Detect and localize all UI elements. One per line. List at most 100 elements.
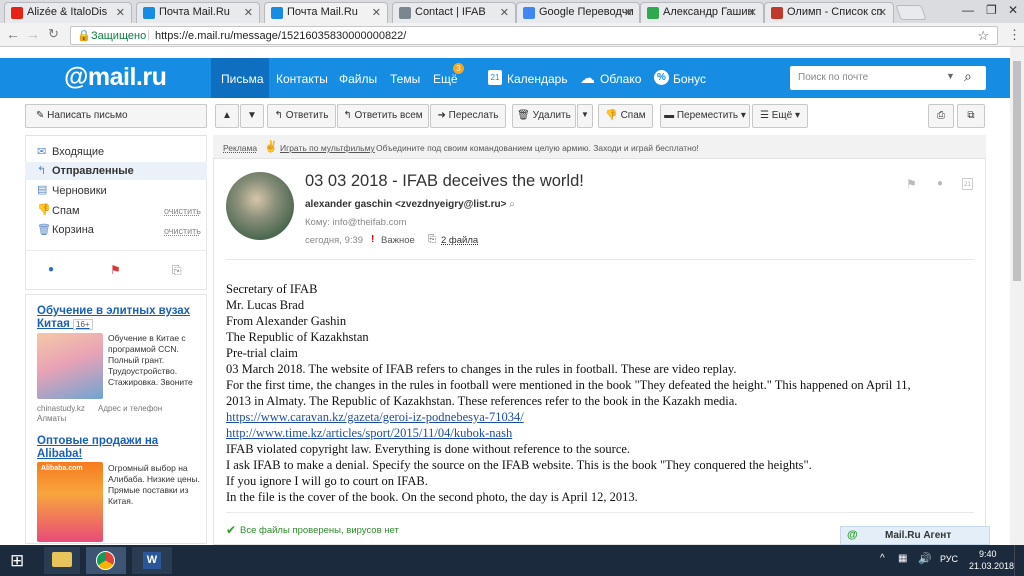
ad-label[interactable]: Реклама: [223, 143, 257, 153]
close-icon[interactable]: ✕: [500, 6, 509, 19]
close-icon[interactable]: ✕: [372, 6, 381, 19]
print-button[interactable]: ⎙: [928, 104, 954, 128]
search-icon[interactable]: ⌕: [964, 68, 972, 85]
tray-arrow-icon[interactable]: ^: [880, 553, 885, 564]
scrollbar-thumb[interactable]: [1013, 61, 1021, 281]
folder-inbox[interactable]: Входящие: [52, 146, 104, 158]
next-message-button[interactable]: ▼: [240, 104, 264, 128]
folder-drafts[interactable]: Черновики: [52, 185, 107, 197]
important-icon: !: [371, 234, 375, 245]
flag-filter-icon[interactable]: ⚑: [110, 263, 121, 277]
nav-topics[interactable]: Темы: [390, 72, 420, 86]
nav-contacts[interactable]: Контакты: [276, 72, 328, 86]
search-dropdown-icon[interactable]: ▼: [946, 71, 955, 81]
read-status-icon[interactable]: ●: [937, 178, 943, 189]
move-button[interactable]: ▬ Переместить ▾: [660, 104, 750, 128]
flag-icon[interactable]: ⚑: [906, 177, 917, 191]
nav-bonus[interactable]: Бонус: [673, 72, 706, 86]
browser-tab[interactable]: Почта Mail.Ru ✕: [136, 2, 260, 23]
attachments-link[interactable]: 2 файла: [441, 235, 478, 246]
ad-source[interactable]: chinastudy.kz: [37, 404, 85, 413]
browser-tab[interactable]: Александр Гашин ✕: [640, 2, 764, 23]
unread-filter-icon[interactable]: ●: [48, 264, 54, 275]
page-icon: [399, 7, 411, 19]
folder-trash[interactable]: Корзина: [52, 224, 94, 236]
chrome-taskbar-button[interactable]: [86, 547, 126, 574]
body-line: Secretary of IFAB: [226, 282, 318, 296]
message-from[interactable]: alexander gaschin <zvezdnyeigry@list.ru>…: [305, 199, 515, 210]
attach-filter-icon[interactable]: ⎘: [172, 263, 182, 278]
reply-button[interactable]: ↰ Ответить: [267, 104, 336, 128]
forward-icon[interactable]: →: [26, 26, 40, 42]
language-indicator[interactable]: РУС: [940, 554, 958, 564]
calendar-add-icon[interactable]: 21: [962, 178, 973, 190]
new-tab-button[interactable]: [895, 5, 927, 20]
clock-time[interactable]: 9:40: [979, 549, 997, 559]
search-sender-icon[interactable]: ⌕: [509, 199, 515, 210]
volume-icon[interactable]: 🔊: [918, 552, 932, 565]
ad-image-alibaba[interactable]: Alibaba.com: [37, 462, 103, 542]
close-icon[interactable]: ✕: [244, 6, 253, 19]
browser-tab[interactable]: Contact | IFAB ✕: [392, 2, 516, 23]
browser-tab[interactable]: Google Переводчи ✕: [516, 2, 640, 23]
time-kz-link[interactable]: http://www.time.kz/articles/sport/2015/1…: [226, 426, 512, 440]
list-icon: ☰: [759, 110, 772, 121]
show-desktop-button[interactable]: [1014, 545, 1020, 576]
browser-tab-active[interactable]: Почта Mail.Ru ✕: [264, 2, 388, 23]
clear-trash-link[interactable]: очистить: [164, 226, 201, 236]
nav-letters[interactable]: Письма: [221, 72, 264, 86]
body-line: 03 March 2018. The website of IFAB refer…: [226, 362, 737, 376]
folder-spam[interactable]: Спам: [52, 205, 80, 217]
agent-icon: @: [847, 529, 858, 541]
delete-dropdown-button[interactable]: ▼: [577, 104, 593, 128]
ad-game-link[interactable]: Играть по мультфильму: [280, 143, 375, 153]
close-icon[interactable]: ✕: [624, 6, 633, 19]
forward-button[interactable]: ➜ Переслать: [430, 104, 506, 128]
nav-files[interactable]: Файлы: [339, 72, 377, 86]
ad-title-alibaba[interactable]: Оптовые продажи на Alibaba!: [37, 435, 187, 461]
bookmark-star-icon[interactable]: ☆: [977, 28, 989, 44]
browser-tab[interactable]: Олимп - Список сп ✕: [764, 2, 894, 23]
folder-sent[interactable]: Отправленные: [52, 165, 134, 177]
prev-message-button[interactable]: ▲: [215, 104, 239, 128]
word-icon: W: [143, 552, 161, 569]
explorer-taskbar-button[interactable]: [44, 547, 80, 574]
clock-date[interactable]: 21.03.2018: [969, 561, 1014, 571]
edit-icon: ✎: [36, 110, 48, 121]
expand-button[interactable]: ⧉: [957, 104, 985, 128]
sender-avatar[interactable]: [226, 172, 294, 240]
search-field[interactable]: Поиск по почте ▼ ⌕: [790, 66, 986, 90]
close-icon[interactable]: ✕: [748, 6, 757, 19]
sent-icon: ↰: [37, 165, 47, 177]
reply-all-button[interactable]: ↰ Ответить всем: [337, 104, 429, 128]
network-icon[interactable]: ▦: [898, 553, 907, 564]
message-subject: 03 03 2018 - IFAB deceives the world!: [305, 172, 584, 190]
reload-icon[interactable]: ↻: [48, 26, 59, 42]
back-icon[interactable]: ←: [6, 26, 20, 42]
page-scrollbar[interactable]: [1010, 47, 1024, 545]
nav-more[interactable]: Ещё: [433, 72, 458, 86]
minimize-icon[interactable]: —: [962, 3, 974, 17]
close-icon[interactable]: ✕: [878, 6, 887, 19]
nav-cloud[interactable]: Облако: [600, 72, 641, 86]
spam-button[interactable]: 👎 Спам: [598, 104, 653, 128]
ad-address-link[interactable]: Адрес и телефон: [98, 404, 162, 413]
mail-agent-bar[interactable]: @ Mail.Ru Агент: [840, 526, 990, 545]
more-button[interactable]: ☰ Ещё ▾: [752, 104, 808, 128]
url-field[interactable]: 🔒 Защищено | https://e.mail.ru/message/1…: [70, 26, 998, 45]
windows-start-icon[interactable]: ⊞: [10, 551, 24, 571]
delete-button[interactable]: 🗑 Удалить: [512, 104, 576, 128]
caravan-link[interactable]: https://www.caravan.kz/gazeta/geroi-iz-p…: [226, 410, 524, 424]
maximize-icon[interactable]: ❐: [986, 3, 997, 17]
nav-calendar[interactable]: Календарь: [507, 72, 568, 86]
window-close-icon[interactable]: ✕: [1008, 3, 1018, 17]
mailru-logo[interactable]: @mail.ru: [64, 63, 167, 92]
compose-button[interactable]: ✎ Написать письмо: [25, 104, 207, 128]
clear-spam-link[interactable]: очистить: [164, 206, 201, 216]
ad-title-china[interactable]: Обучение в элитных вузах Китая 16+: [37, 305, 192, 331]
close-icon[interactable]: ✕: [116, 6, 125, 19]
menu-icon[interactable]: ⋮: [1008, 27, 1021, 43]
word-taskbar-button[interactable]: W: [132, 547, 172, 574]
ad-image-student[interactable]: [37, 333, 103, 399]
browser-tab[interactable]: Alizée & ItaloDis ✕: [4, 2, 132, 23]
